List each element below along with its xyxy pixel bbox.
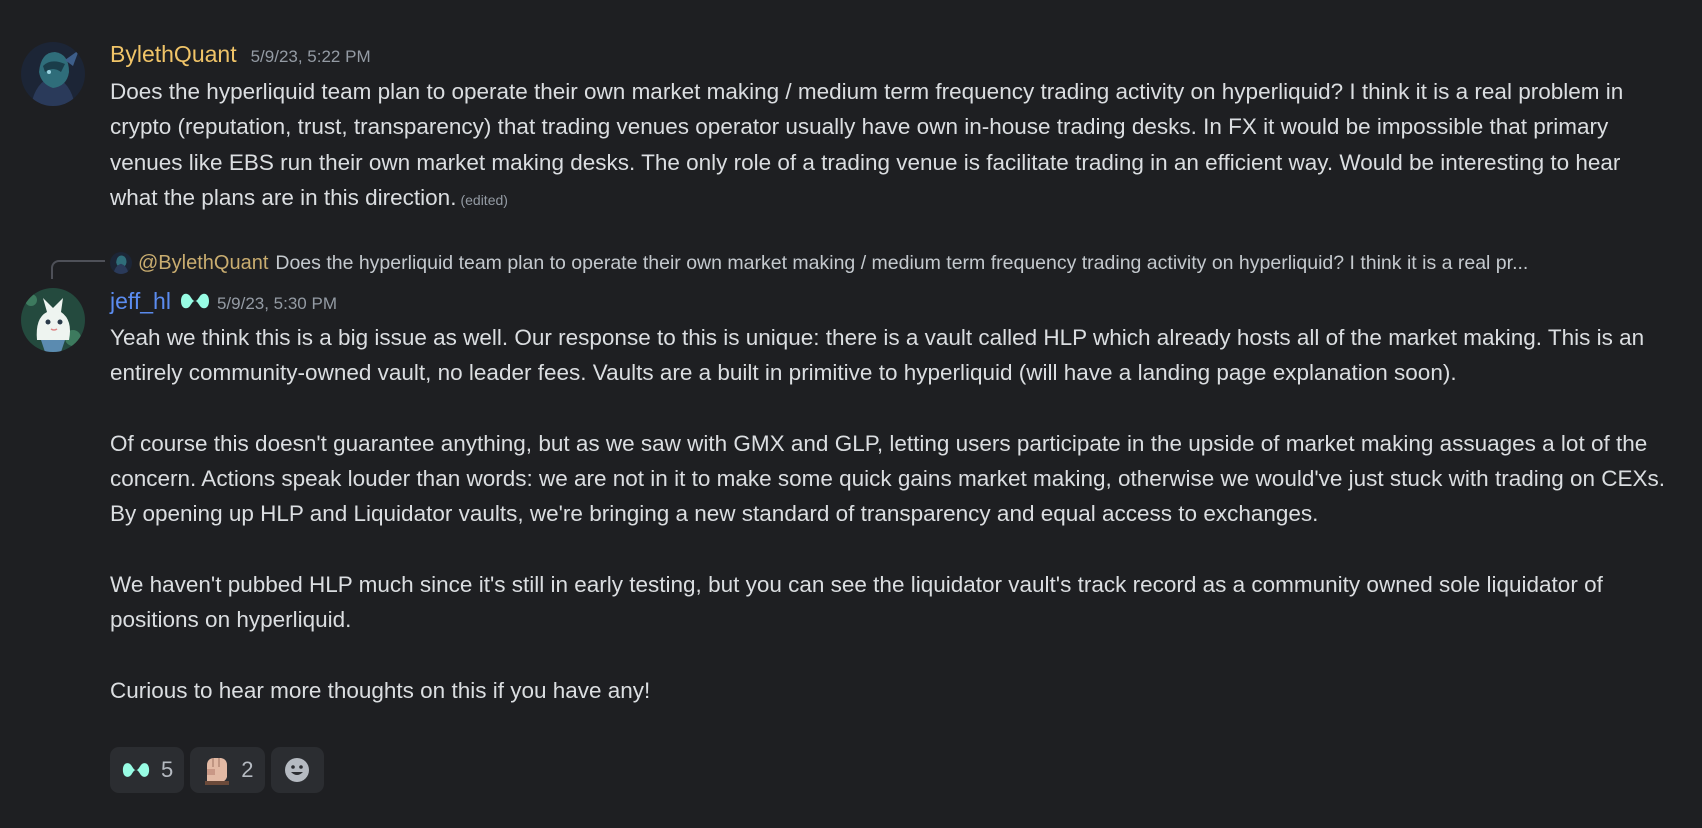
reply-connector: [51, 260, 105, 279]
chat-messages: BylethQuant 5/9/23, 5:22 PM Does the hyp…: [0, 0, 1702, 828]
message-paragraph: Of course this doesn't guarantee anythin…: [110, 430, 1666, 527]
reaction-count: 5: [161, 757, 174, 782]
reaction-count: 2: [241, 757, 254, 782]
message-paragraph: Yeah we think this is a big issue as wel…: [110, 325, 1645, 386]
avatar[interactable]: [21, 42, 85, 106]
message-paragraph: We haven't pubbed HLP much since it's st…: [110, 572, 1603, 633]
reaction-hyperliquid[interactable]: 5: [110, 747, 185, 793]
reply-text[interactable]: Does the hyperliquid team plan to operat…: [275, 252, 1528, 275]
smiley-icon: [285, 758, 309, 782]
hand-emoji-icon: [205, 758, 230, 785]
timestamp: 5/9/23, 5:22 PM: [250, 47, 371, 66]
avatar[interactable]: [21, 288, 85, 352]
message-header: jeff_hl 5/9/23, 5:30 PM: [110, 287, 337, 315]
message-text: Does the hyperliquid team plan to operat…: [110, 79, 1624, 210]
avatar-image: [21, 288, 85, 352]
reaction-hand[interactable]: 2: [190, 747, 265, 793]
edited-label: (edited): [460, 191, 508, 208]
reactions-bar: 5 2: [110, 747, 324, 793]
hyperliquid-logo-icon: [122, 763, 150, 777]
add-reaction-button[interactable]: [270, 747, 324, 793]
reply-avatar: [110, 252, 132, 274]
reply-preview[interactable]: @BylethQuant Does the hyperliquid team p…: [110, 249, 1684, 277]
reply-mention[interactable]: @BylethQuant: [138, 252, 268, 275]
avatar-image: [21, 42, 85, 106]
message-paragraph: Curious to hear more thoughts on this if…: [110, 677, 651, 703]
message-paragraph: Does the hyperliquid team plan to operat…: [110, 74, 1674, 218]
timestamp: 5/9/23, 5:30 PM: [216, 294, 337, 313]
message-content: Does the hyperliquid team plan to operat…: [110, 74, 1674, 218]
message-content: Yeah we think this is a big issue as wel…: [110, 320, 1674, 708]
hyperliquid-logo-icon: [180, 293, 209, 309]
message-header: BylethQuant 5/9/23, 5:22 PM: [110, 41, 371, 68]
author-name[interactable]: jeff_hl: [110, 288, 171, 315]
author-name[interactable]: BylethQuant: [110, 41, 237, 68]
hyperliquid-badge-icon[interactable]: [179, 290, 211, 317]
reply-avatar-image: [110, 252, 132, 274]
